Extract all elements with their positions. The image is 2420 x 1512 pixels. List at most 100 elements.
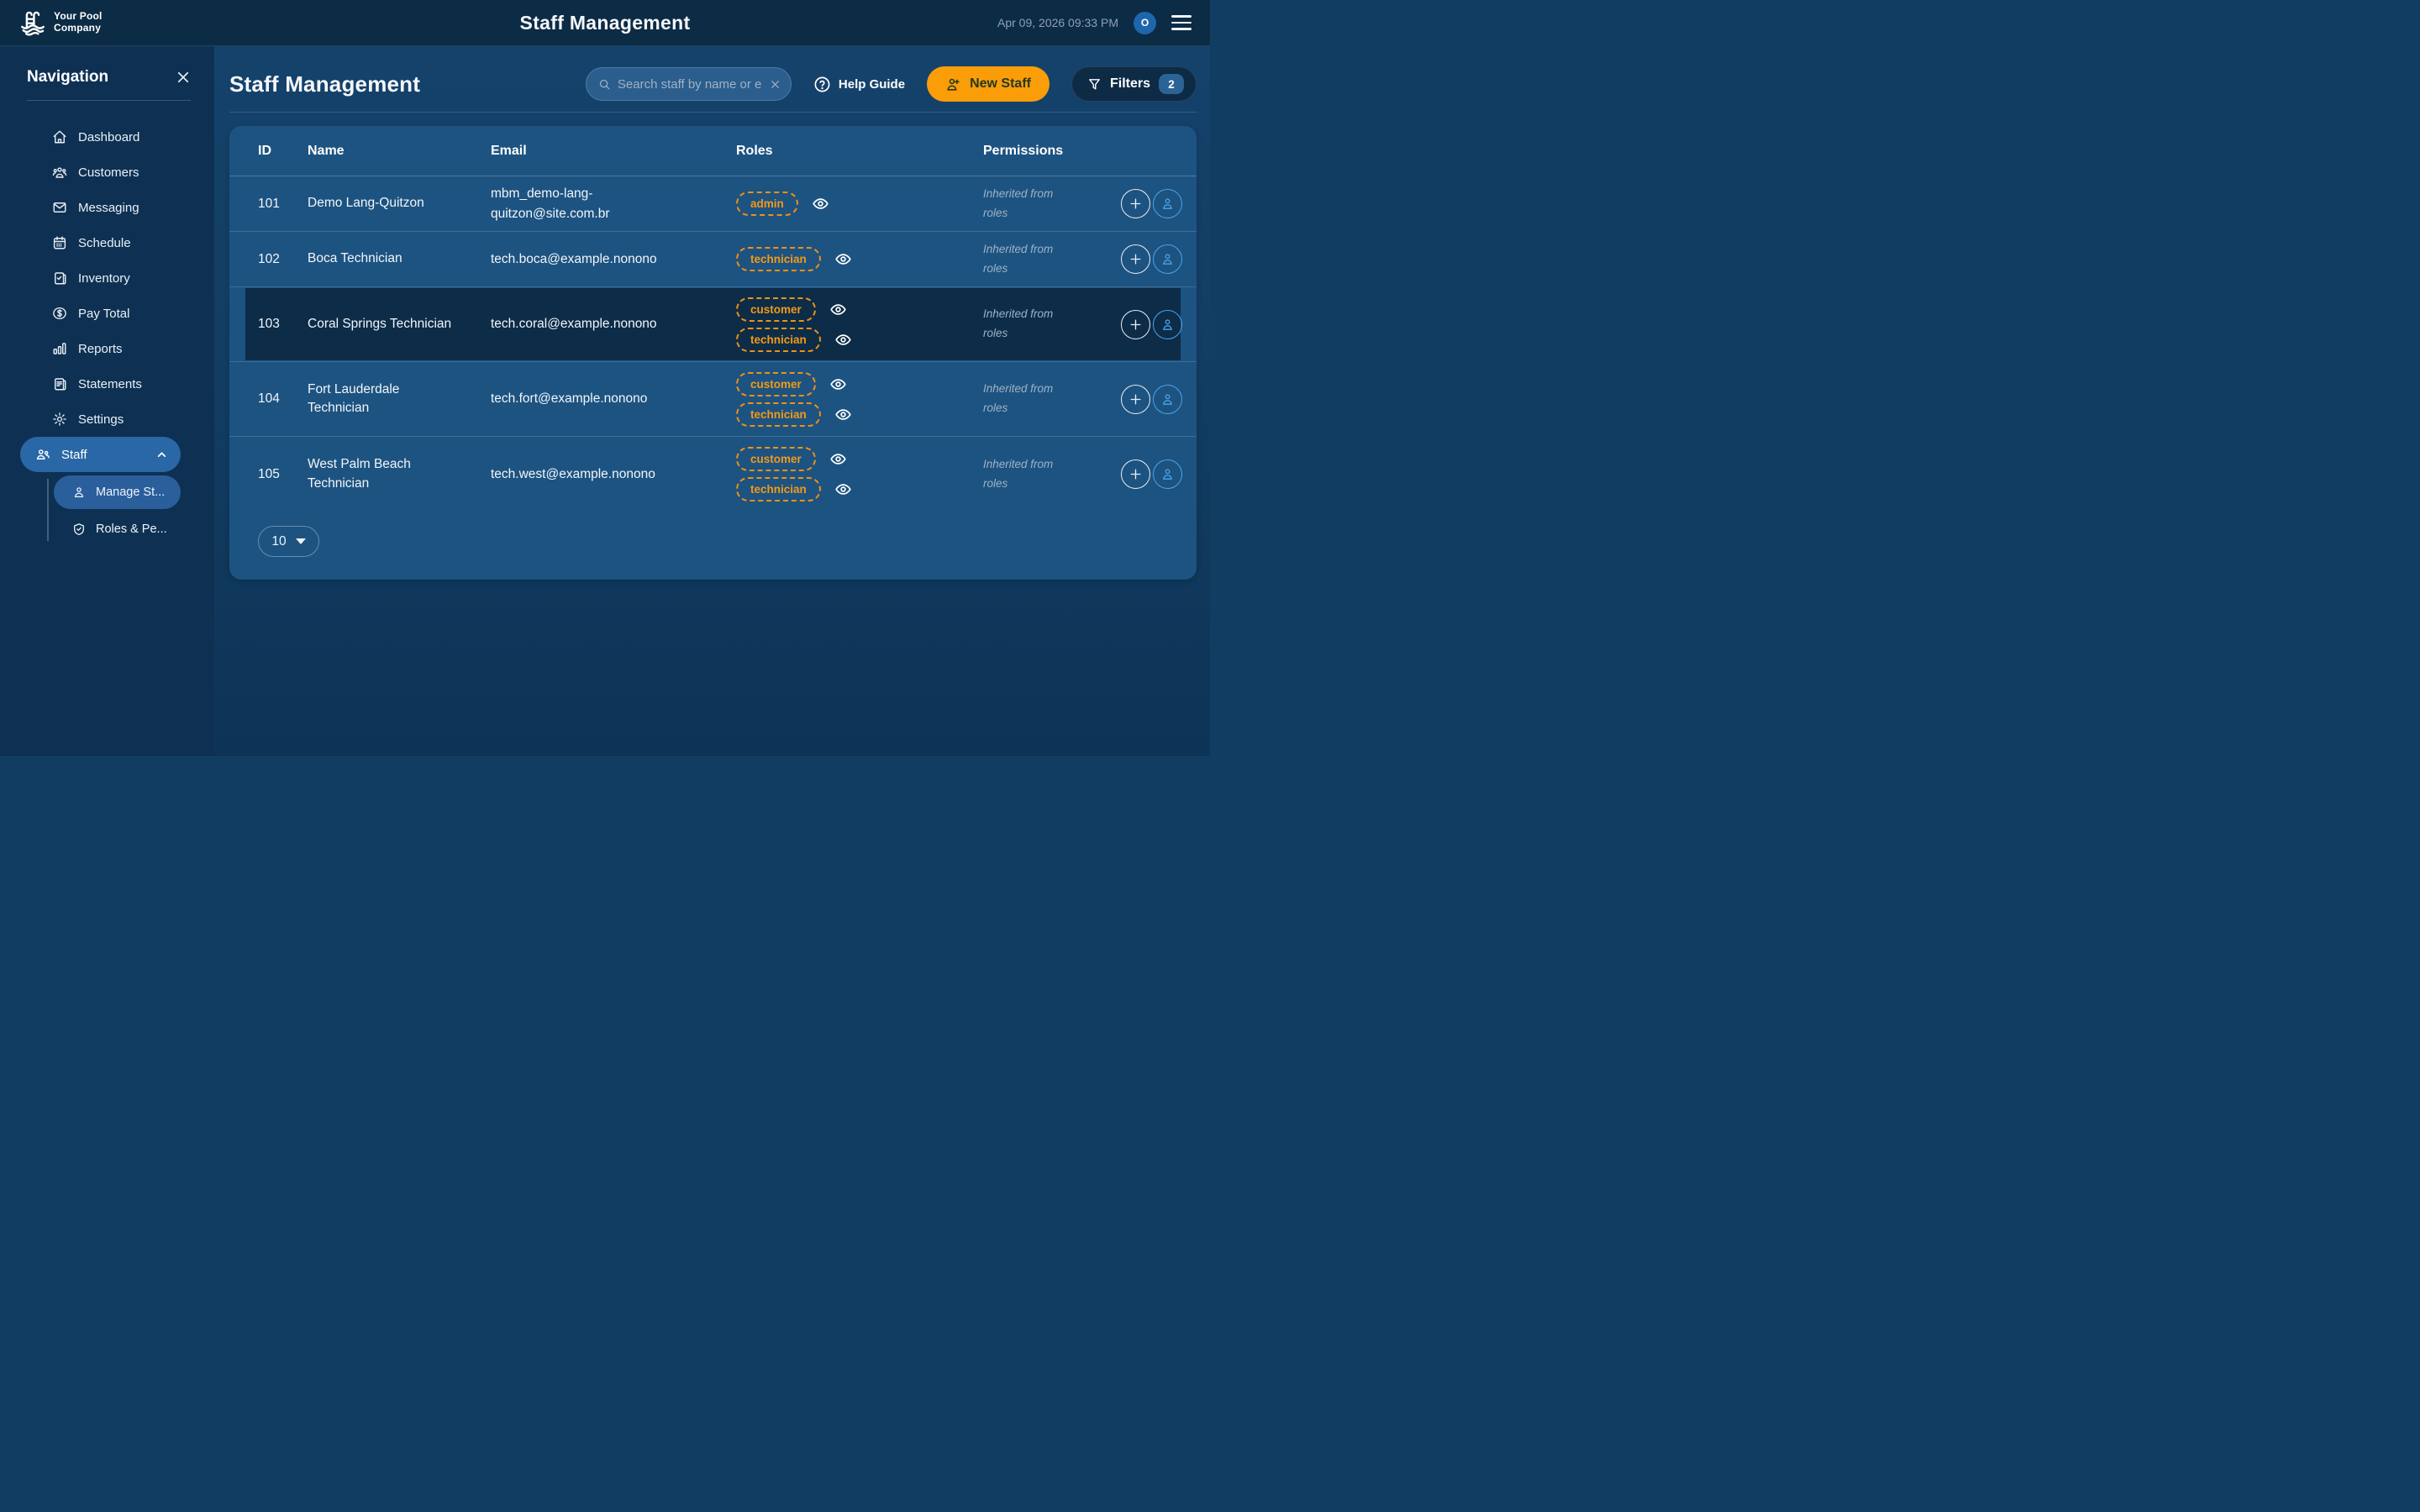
sidebar-item-pay-total[interactable]: Pay Total — [0, 296, 214, 331]
filters-button[interactable]: Filters 2 — [1071, 66, 1197, 102]
sidebar-item-label: Reports — [78, 342, 123, 356]
filters-count-badge: 2 — [1159, 74, 1184, 94]
close-icon[interactable] — [176, 70, 191, 85]
cell-permissions: Inherited from roles — [983, 455, 1071, 494]
new-staff-label: New Staff — [970, 76, 1031, 92]
add-role-button[interactable] — [1121, 244, 1150, 274]
role-badge-technician[interactable]: technician — [736, 328, 821, 352]
search-input-wrapper[interactable] — [586, 67, 792, 101]
filters-label: Filters — [1110, 76, 1150, 92]
role-line: customer — [736, 297, 983, 322]
dollar-icon — [52, 306, 67, 321]
menu-icon[interactable] — [1171, 15, 1192, 30]
staff-profile-button[interactable] — [1153, 459, 1182, 489]
role-badge-customer[interactable]: customer — [736, 447, 816, 471]
help-guide-button[interactable]: Help Guide — [813, 76, 905, 93]
table-row[interactable]: 105 West Palm Beach Technician tech.west… — [229, 437, 1197, 512]
cell-email: tech.coral@example.nonono — [491, 314, 686, 333]
staff-table-card: ID Name Email Roles Permissions 101 Demo… — [229, 126, 1197, 580]
search-input[interactable] — [618, 77, 763, 92]
staff-profile-button[interactable] — [1153, 189, 1182, 218]
sidebar-item-schedule[interactable]: Schedule — [0, 225, 214, 260]
cell-roles: technician — [736, 247, 983, 271]
role-badge-admin[interactable]: admin — [736, 192, 798, 216]
staff-profile-button[interactable] — [1153, 244, 1182, 274]
page-title: Staff Management — [229, 71, 420, 97]
cell-permissions: Inherited from roles — [983, 305, 1071, 344]
add-role-button[interactable] — [1121, 310, 1150, 339]
sidebar-item-label: Schedule — [78, 236, 131, 250]
toolbar: Staff Management Help Guide New Staff Fi… — [229, 58, 1197, 110]
view-role-eye-icon[interactable] — [812, 195, 829, 213]
statements-icon — [52, 376, 67, 391]
page-size-select[interactable]: 10 — [258, 526, 319, 557]
sidebar-item-customers[interactable]: Customers — [0, 155, 214, 190]
new-staff-button[interactable]: New Staff — [927, 66, 1050, 102]
sidebar-subitem-manage-st[interactable]: Manage St... — [54, 475, 181, 509]
datetime-display: Apr 09, 2026 09:33 PM — [997, 16, 1118, 29]
sidebar-item-label: Inventory — [78, 271, 130, 286]
nav-list: Dashboard Customers Messaging Schedule I… — [0, 119, 214, 437]
staff-icon — [35, 447, 50, 462]
sidebar-item-inventory[interactable]: Inventory — [0, 260, 214, 296]
sidebar-title: Navigation — [27, 68, 108, 87]
view-role-eye-icon[interactable] — [834, 406, 852, 423]
view-role-eye-icon[interactable] — [834, 250, 852, 268]
col-header-name: Name — [308, 144, 491, 159]
sidebar-item-label: Customers — [78, 165, 139, 180]
view-role-eye-icon[interactable] — [834, 480, 852, 498]
sidebar-item-staff[interactable]: Staff — [20, 437, 181, 472]
avatar[interactable]: O — [1134, 12, 1156, 34]
role-line: technician — [736, 402, 983, 427]
table-row[interactable]: 103 Coral Springs Technician tech.coral@… — [229, 287, 1197, 362]
cell-roles: customer technician — [736, 372, 983, 427]
role-line: technician — [736, 477, 983, 501]
table-row[interactable]: 101 Demo Lang-Quitzon mbm_demo-lang-quit… — [229, 176, 1197, 232]
cell-name: West Palm Beach Technician — [308, 455, 459, 493]
view-role-eye-icon[interactable] — [829, 450, 847, 468]
role-badge-technician[interactable]: technician — [736, 402, 821, 427]
cell-permissions: Inherited from roles — [983, 240, 1071, 279]
sidebar-item-reports[interactable]: Reports — [0, 331, 214, 366]
staff-profile-button[interactable] — [1153, 310, 1182, 339]
sidebar-subitem-roles-pe[interactable]: Roles & Pe... — [54, 512, 181, 546]
col-header-email: Email — [491, 144, 736, 159]
add-role-button[interactable] — [1121, 385, 1150, 414]
sidebar-item-messaging[interactable]: Messaging — [0, 190, 214, 225]
person-icon — [1160, 392, 1175, 407]
cell-actions — [1121, 459, 1197, 489]
role-badge-customer[interactable]: customer — [736, 297, 816, 322]
sidebar-item-settings[interactable]: Settings — [0, 402, 214, 437]
sidebar-item-statements[interactable]: Statements — [0, 366, 214, 402]
sidebar-divider — [27, 100, 191, 101]
add-role-button[interactable] — [1121, 459, 1150, 489]
sidebar-item-dashboard[interactable]: Dashboard — [0, 119, 214, 155]
role-badge-technician[interactable]: technician — [736, 247, 821, 271]
role-line: admin — [736, 192, 983, 216]
staff-profile-button[interactable] — [1153, 385, 1182, 414]
cell-id: 103 — [258, 317, 308, 332]
cell-permissions: Inherited from roles — [983, 380, 1071, 418]
question-circle-icon — [813, 76, 831, 93]
view-role-eye-icon[interactable] — [829, 375, 847, 393]
main-content: Staff Management Help Guide New Staff Fi… — [214, 46, 1210, 756]
table-row[interactable]: 102 Boca Technician tech.boca@example.no… — [229, 232, 1197, 287]
table-row[interactable]: 104 Fort Lauderdale Technician tech.fort… — [229, 362, 1197, 437]
cell-name: Boca Technician — [308, 249, 459, 268]
cell-email: tech.boca@example.nonono — [491, 249, 686, 269]
calendar-icon — [52, 235, 67, 250]
person-icon — [1160, 467, 1175, 481]
role-badge-customer[interactable]: customer — [736, 372, 816, 396]
add-role-button[interactable] — [1121, 189, 1150, 218]
clear-search-icon[interactable] — [770, 79, 781, 90]
page-size-value: 10 — [271, 534, 286, 549]
shield-icon — [72, 522, 86, 536]
person-icon — [72, 486, 86, 499]
view-role-eye-icon[interactable] — [834, 331, 852, 349]
view-role-eye-icon[interactable] — [829, 301, 847, 318]
plus-icon — [1128, 197, 1143, 211]
role-badge-technician[interactable]: technician — [736, 477, 821, 501]
sidebar-subitem-label: Roles & Pe... — [96, 522, 167, 536]
cell-name: Demo Lang-Quitzon — [308, 194, 459, 213]
chevron-up-icon — [156, 449, 167, 460]
